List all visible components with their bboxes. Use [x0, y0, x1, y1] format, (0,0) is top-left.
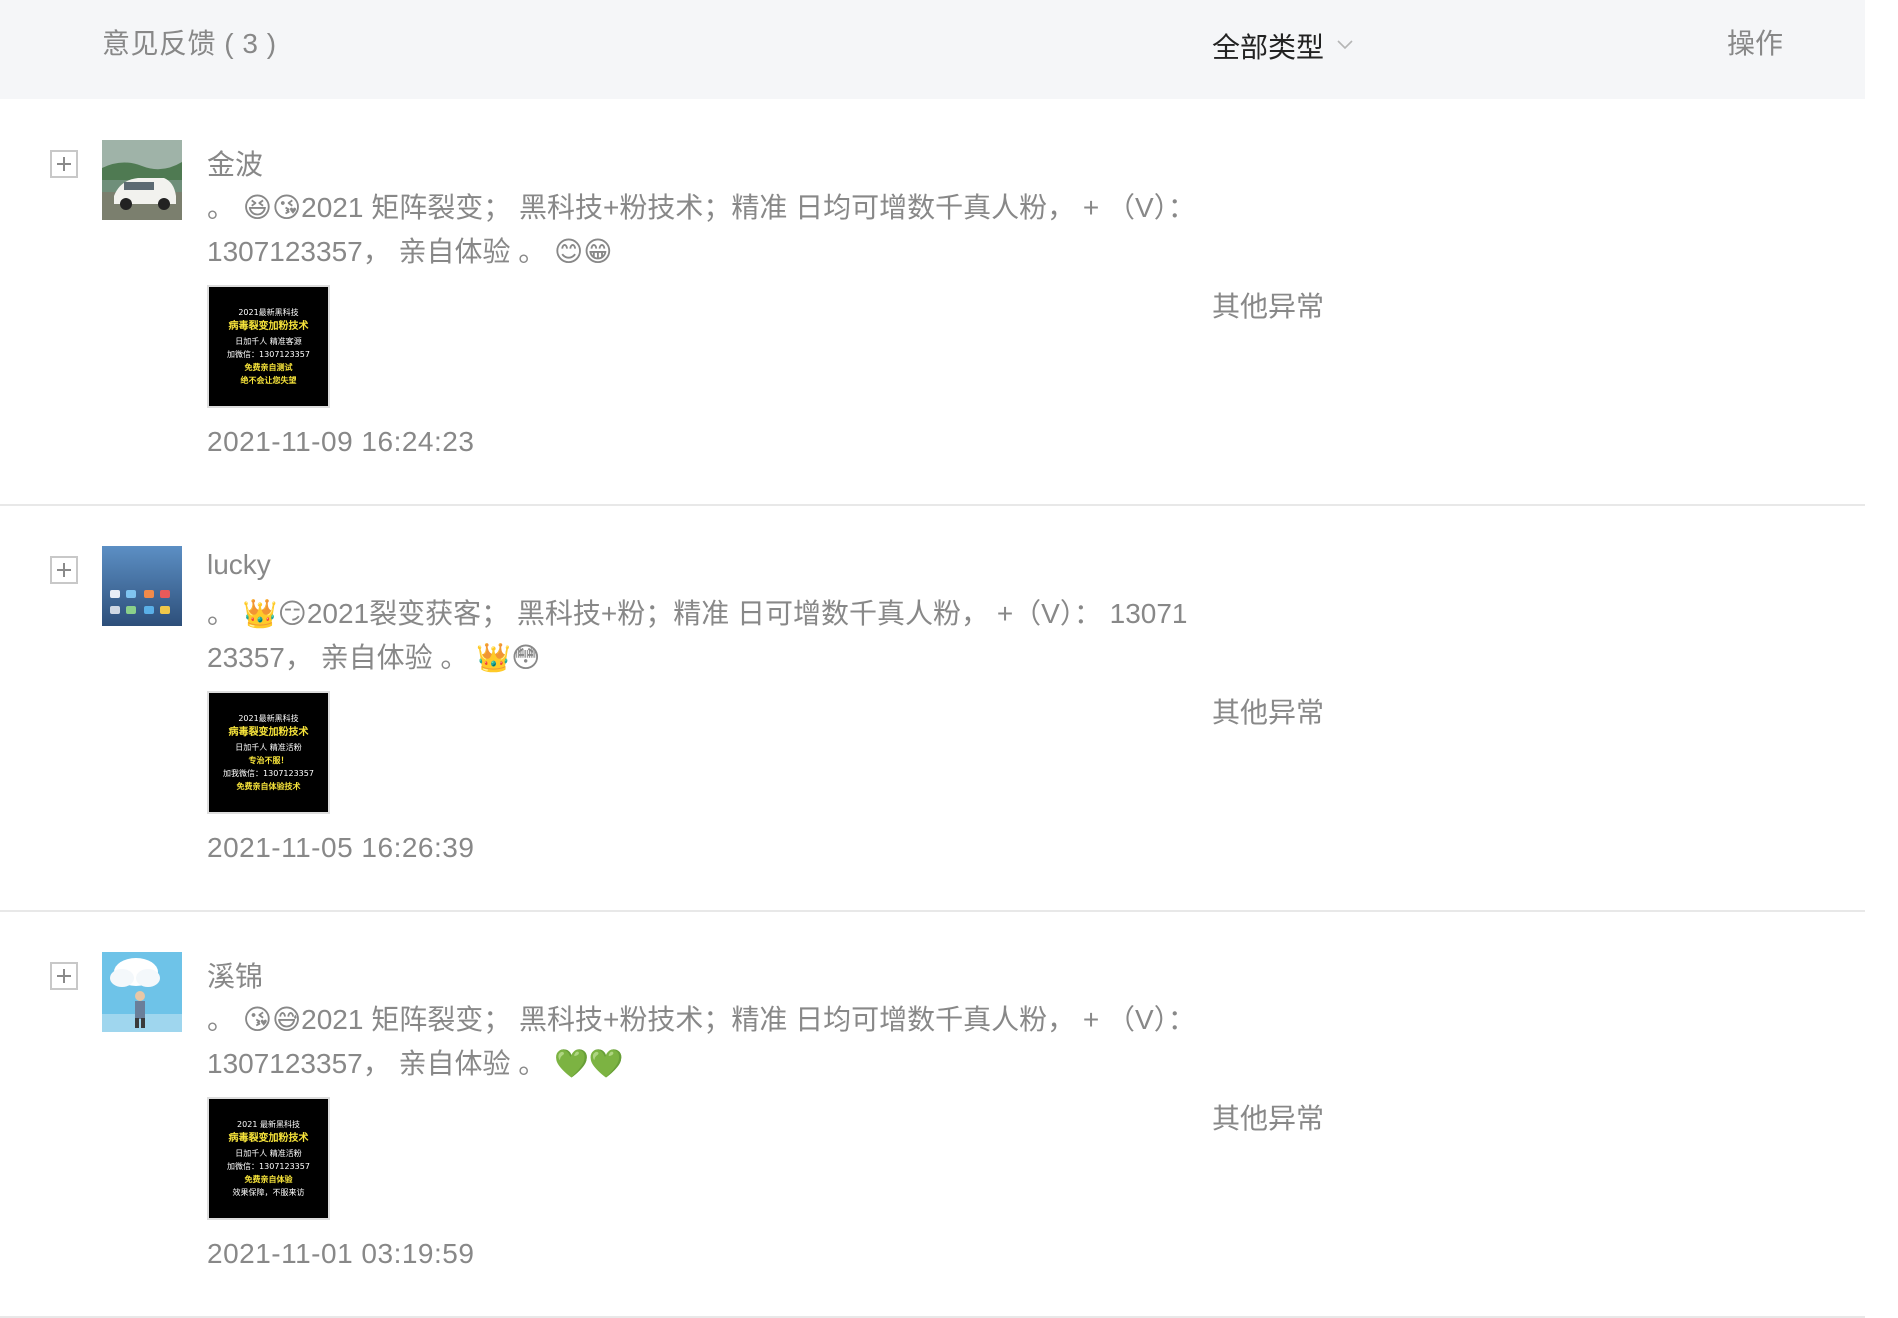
- thumb-text: 日加千人 精准活粉: [235, 1149, 302, 1158]
- thumb-text: 加我微信：1307123357: [223, 769, 314, 778]
- feedback-image-thumbnail[interactable]: 2021 最新黑科技 病毒裂变加粉技术 日加千人 精准活粉 加微信：130712…: [207, 1097, 330, 1220]
- avatar: [102, 952, 182, 1032]
- username: 金波: [207, 149, 264, 180]
- table-header: 意见反馈 ( 3 ) 全部类型 操作: [0, 0, 1865, 99]
- feedback-page: 意见反馈 ( 3 ) 全部类型 操作 金波 。 😆😘2021 矩阵裂变； 黑科技…: [0, 0, 1898, 1318]
- feedback-row: 金波 。 😆😘2021 矩阵裂变； 黑科技+粉技术；精准 日均可增数千真人粉， …: [0, 100, 1865, 506]
- feedback-content: 。 👑😏2021裂变获客； 黑科技+粉；精准 日可增数千真人粉， +（V）： 1…: [207, 598, 1188, 673]
- thumb-text: 加微信：1307123357: [227, 1162, 310, 1171]
- thumb-text: 病毒裂变加粉技术: [228, 727, 309, 738]
- thumb-text: 免费亲自体验技术: [236, 782, 301, 791]
- feedback-content: 。 😆😘2021 矩阵裂变； 黑科技+粉技术；精准 日均可增数千真人粉， + （…: [207, 192, 1196, 267]
- feedback-type: 其他异常: [1212, 697, 1325, 728]
- timestamp: 2021-11-05 16:26:39: [207, 832, 475, 863]
- feedback-content: 。 😘😅2021 矩阵裂变； 黑科技+粉技术；精准 日均可增数千真人粉， + （…: [207, 1004, 1196, 1079]
- thumb-text: 2021最新黑科技: [238, 714, 299, 723]
- feedback-title: 意见反馈 ( 3 ): [102, 28, 277, 59]
- avatar: [102, 546, 182, 626]
- thumb-text: 效果保障，不服来访: [232, 1188, 305, 1197]
- feedback-image-thumbnail[interactable]: 2021最新黑科技 病毒裂变加粉技术 日加千人 精准活粉 专治不服！ 加我微信：…: [207, 691, 330, 814]
- expand-row-button[interactable]: [50, 150, 78, 178]
- feedback-type: 其他异常: [1212, 291, 1325, 322]
- thumb-text: 免费亲自体验: [244, 1175, 293, 1184]
- feedback-row: 溪锦 。 😘😅2021 矩阵裂变； 黑科技+粉技术；精准 日均可增数千真人粉， …: [0, 912, 1865, 1318]
- type-filter-label: 全部类型: [1212, 32, 1325, 63]
- thumb-text: 2021 最新黑科技: [237, 1120, 300, 1129]
- feedback-row: lucky 。 👑😏2021裂变获客； 黑科技+粉；精准 日可增数千真人粉， +…: [0, 506, 1865, 912]
- thumb-text: 病毒裂变加粉技术: [228, 321, 309, 332]
- thumb-text: 日加千人 精准活粉: [235, 743, 302, 752]
- thumb-text: 加微信：1307123357: [227, 350, 310, 359]
- type-filter-dropdown[interactable]: 全部类型: [1212, 26, 1354, 66]
- feedback-image-thumbnail[interactable]: 2021最新黑科技 病毒裂变加粉技术 日加千人 精准客源 加微信：1307123…: [207, 285, 330, 408]
- feedback-type: 其他异常: [1212, 1103, 1325, 1134]
- avatar: [102, 140, 182, 220]
- thumb-text: 绝不会让您失望: [240, 376, 297, 385]
- timestamp: 2021-11-09 16:24:23: [207, 426, 475, 457]
- thumb-text: 2021最新黑科技: [238, 308, 299, 317]
- action-column-header: 操作: [1727, 28, 1784, 59]
- thumb-text: 专治不服！: [248, 756, 289, 765]
- chevron-down-icon: [1337, 40, 1353, 50]
- expand-row-button[interactable]: [50, 962, 78, 990]
- expand-row-button[interactable]: [50, 556, 78, 584]
- thumb-text: 免费亲自测试: [244, 363, 293, 372]
- username: 溪锦: [207, 961, 264, 992]
- timestamp: 2021-11-01 03:19:59: [207, 1238, 475, 1269]
- thumb-text: 病毒裂变加粉技术: [228, 1133, 309, 1144]
- thumb-text: 日加千人 精准客源: [235, 337, 302, 346]
- username: lucky: [207, 549, 271, 580]
